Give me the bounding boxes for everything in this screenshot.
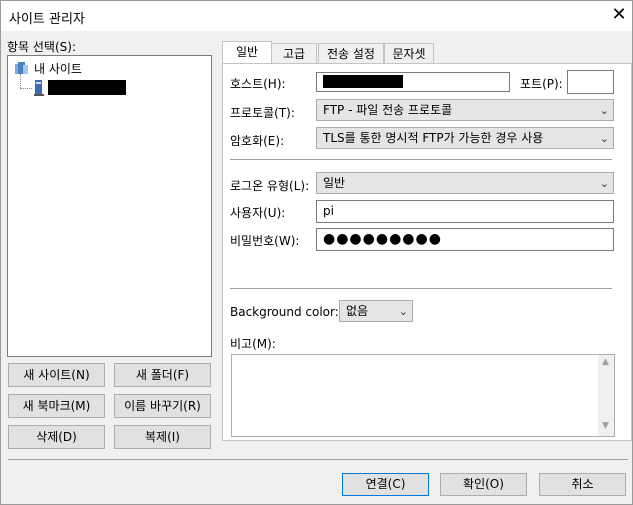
chevron-down-icon: ⌄ [599,177,609,190]
footer-divider [8,459,628,460]
tree-connector [20,74,22,88]
user-input[interactable]: pi [316,200,614,223]
logon-type-label: 로그온 유형(L): [230,179,310,193]
encryption-label: 암호화(E): [230,134,285,148]
new-bookmark-button[interactable]: 새 북마크(M) [8,394,105,418]
folder-icon [15,62,28,74]
cancel-button[interactable]: 취소 [539,473,626,496]
comments-scrollbar[interactable]: ▲ ▼ [598,355,614,436]
background-color-select[interactable]: 없음 ⌄ [339,300,413,322]
window-title: 사이트 관리자 [9,12,85,27]
host-value-redacted [323,75,403,88]
scroll-down-icon[interactable]: ▼ [602,421,609,431]
tab-general[interactable]: 일반 [222,41,272,65]
tab-advanced[interactable]: 고급 [271,43,317,64]
divider [230,159,612,160]
tree-connector-h [20,88,32,90]
password-label: 비밀번호(W): [230,234,300,248]
rename-button[interactable]: 이름 바꾸기(R) [114,394,211,418]
divider [230,288,612,289]
port-input[interactable] [567,70,614,94]
comments-textarea[interactable]: ▲ ▼ [231,354,615,437]
encryption-select[interactable]: TLS를 통한 명시적 FTP가 가능한 경우 사용 ⌄ [316,127,614,149]
password-input[interactable]: ●●●●●●●●● [316,228,614,251]
new-site-button[interactable]: 새 사이트(N) [8,363,105,387]
logon-type-select[interactable]: 일반 ⌄ [316,172,614,194]
tab-charset[interactable]: 문자셋 [384,43,434,64]
background-color-value: 없음 [346,304,369,318]
duplicate-button[interactable]: 복제(I) [114,425,211,449]
close-icon[interactable]: ✕ [607,4,631,26]
site-tree[interactable]: 내 사이트 [7,55,212,357]
host-label: 호스트(H): [230,77,286,91]
comments-label: 비고(M): [230,337,276,351]
scroll-up-icon[interactable]: ▲ [602,357,609,367]
logon-type-value: 일반 [323,176,346,190]
new-folder-button[interactable]: 새 폴더(F) [114,363,211,387]
port-label: 포트(P): [520,77,563,91]
connect-button[interactable]: 연결(C) [342,473,429,496]
tree-root-label[interactable]: 내 사이트 [34,60,82,77]
encryption-value: TLS를 통한 명시적 FTP가 가능한 경우 사용 [323,131,544,145]
chevron-down-icon: ⌄ [599,132,609,145]
ok-button[interactable]: 확인(O) [440,473,527,496]
protocol-value: FTP - 파일 전송 프로토콜 [323,103,453,117]
user-label: 사용자(U): [230,206,286,220]
background-color-label: Background color: [230,305,339,319]
entries-label: 항목 선택(S): [7,40,76,54]
host-input[interactable] [316,72,510,92]
title-bar: 사이트 관리자 ✕ [1,1,632,31]
chevron-down-icon: ⌄ [398,305,408,318]
protocol-select[interactable]: FTP - 파일 전송 프로토콜 ⌄ [316,99,614,121]
server-icon [34,80,44,96]
delete-button[interactable]: 삭제(D) [8,425,105,449]
tree-child-site-redacted[interactable] [48,80,126,95]
protocol-label: 프로토콜(T): [230,106,295,120]
site-manager-window: 사이트 관리자 ✕ 항목 선택(S): 내 사이트 새 사이트(N) 새 폴더(… [0,0,633,505]
chevron-down-icon: ⌄ [599,104,609,117]
tab-transfer-settings[interactable]: 전송 설정 [318,43,384,64]
